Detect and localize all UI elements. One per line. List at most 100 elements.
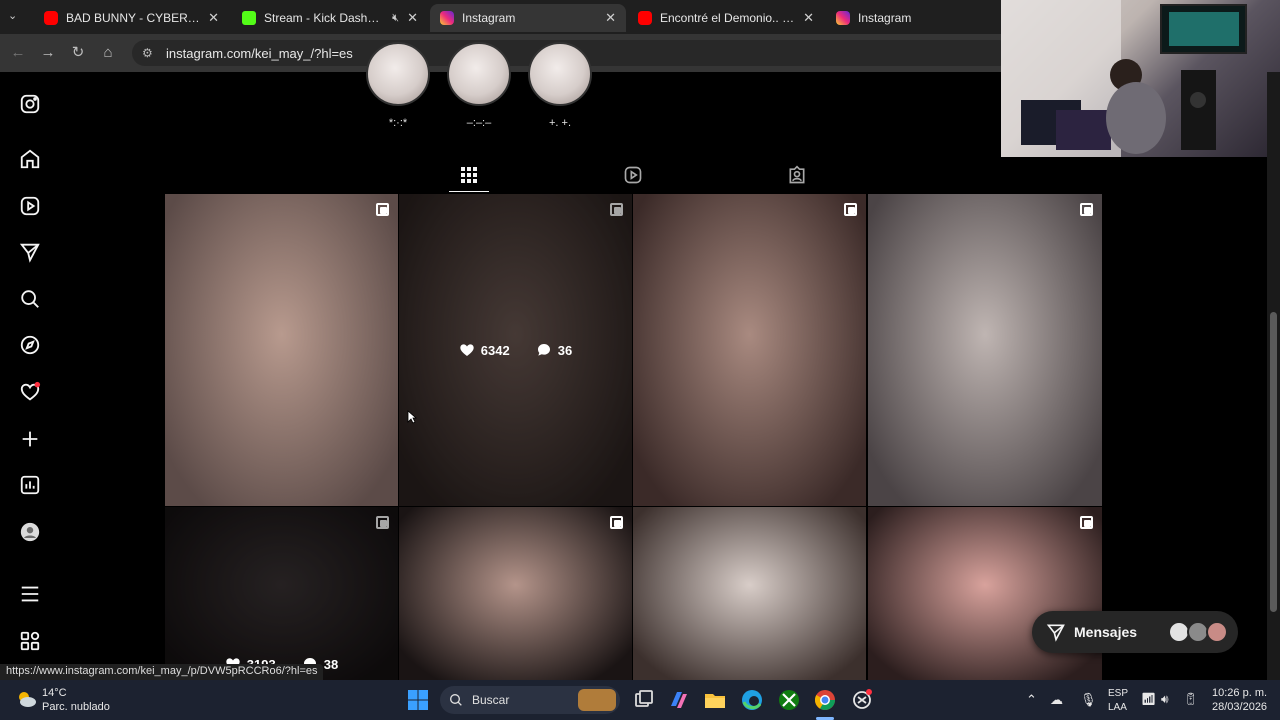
reels-icon — [624, 166, 642, 184]
story-highlight-3[interactable] — [528, 42, 592, 106]
weather-temp: 14°C — [42, 687, 67, 699]
browser-tab-4[interactable]: Encontré el Demonio.. || Capítu ✕ — [628, 4, 824, 32]
clock-time[interactable]: 10:26 p. m. — [1212, 687, 1267, 699]
language-bottom[interactable]: LAA — [1108, 702, 1127, 713]
openai-app-icon[interactable] — [850, 688, 874, 712]
tab-posts[interactable] — [459, 165, 479, 185]
heart-icon — [460, 344, 474, 356]
tagged-person-icon — [789, 165, 805, 184]
reels-icon[interactable] — [19, 195, 41, 217]
taskbar-search-box[interactable]: Buscar — [440, 686, 620, 714]
task-view-icon[interactable] — [632, 688, 656, 712]
direct-message-icon[interactable] — [19, 241, 41, 263]
direct-message-icon — [1046, 624, 1065, 642]
close-icon[interactable]: ✕ — [605, 10, 616, 26]
edge-browser-icon[interactable] — [740, 688, 764, 712]
close-icon[interactable]: ✕ — [407, 10, 418, 26]
windows-start-icon[interactable] — [406, 688, 430, 712]
tab-reels[interactable] — [623, 165, 643, 185]
post-thumbnail[interactable]: 6342 36 — [399, 194, 632, 506]
webcam-overlay — [1001, 0, 1280, 157]
browser-tab-5[interactable]: Instagram — [826, 4, 1001, 32]
forward-icon[interactable]: → — [39, 44, 57, 62]
carousel-icon — [844, 203, 857, 216]
battery-icon[interactable]: 🔋︎ — [1183, 692, 1198, 706]
xbox-icon[interactable] — [777, 688, 801, 712]
messages-button[interactable]: Mensajes — [1032, 611, 1238, 653]
clock-date[interactable]: 28/03/2026 — [1212, 701, 1267, 713]
site-info-icon[interactable]: ⚙ — [142, 46, 156, 60]
browser-tab-3-active[interactable]: Instagram ✕ — [430, 4, 626, 32]
post-hover-stats: 6342 36 — [399, 194, 632, 506]
home-icon[interactable]: ⌂ — [99, 44, 117, 62]
tab-tagged[interactable] — [787, 165, 807, 185]
microphone-icon[interactable]: 🎙︎ — [1080, 692, 1097, 708]
mute-icon[interactable]: 🔇︎ — [392, 12, 399, 25]
post-thumbnail[interactable] — [165, 194, 398, 506]
also-from-meta-icon[interactable] — [19, 630, 41, 652]
reload-icon[interactable]: ↻ — [69, 44, 87, 62]
post-thumbnail[interactable] — [868, 194, 1102, 506]
highlight-cover — [366, 42, 430, 106]
post-thumbnail[interactable] — [868, 507, 1102, 680]
close-icon[interactable]: ✕ — [208, 10, 219, 26]
post-thumbnail[interactable]: 319338 — [165, 507, 398, 680]
back-icon[interactable]: ← — [9, 44, 27, 62]
tab-title: Stream - Kick Dashboard — [264, 11, 384, 25]
search-label: Buscar — [472, 693, 510, 707]
tab-title: BAD BUNNY - CYBERTRUCK (V — [66, 11, 200, 25]
notifications-heart-icon[interactable] — [19, 381, 41, 403]
file-explorer-icon[interactable] — [703, 688, 727, 712]
language-top[interactable]: ESP — [1108, 688, 1128, 699]
comments-stat: 36 — [536, 342, 572, 358]
scrollbar-thumb[interactable] — [1270, 312, 1277, 612]
story-highlight-1[interactable] — [366, 42, 430, 106]
highlight-label: *:·:* — [388, 117, 408, 129]
tab-search-icon[interactable]: ⌄ — [8, 9, 26, 25]
avatar — [1206, 621, 1228, 643]
highlight-cover — [528, 42, 592, 106]
windows-taskbar: 14°C Parc. nublado Buscar ⌃ ☁ 🎙︎ ESP LAA… — [0, 680, 1280, 720]
chrome-icon[interactable] — [813, 688, 837, 712]
close-icon[interactable]: ✕ — [803, 10, 814, 26]
profile-avatar-icon[interactable] — [19, 521, 41, 543]
carousel-icon — [610, 516, 623, 529]
show-hidden-icons-chevron-icon[interactable]: ⌃ — [1026, 692, 1037, 708]
onedrive-cloud-icon[interactable]: ☁ — [1050, 692, 1063, 708]
more-menu-icon[interactable] — [19, 583, 41, 605]
weather-icon[interactable] — [14, 687, 38, 711]
post-thumbnail[interactable] — [399, 507, 632, 680]
highlight-label: +. +. — [548, 117, 572, 129]
youtube-icon — [44, 11, 58, 25]
likes-stat: 6342 — [459, 342, 510, 358]
weather-desc: Parc. nublado — [42, 701, 110, 713]
browser-tab-2[interactable]: Stream - Kick Dashboard 🔇︎ ✕ — [232, 4, 428, 32]
wifi-icon[interactable]: 📶︎ — [1141, 692, 1156, 706]
instagram-icon — [440, 11, 454, 25]
instagram-sidebar — [0, 72, 60, 680]
instagram-logo-icon[interactable] — [19, 93, 41, 115]
search-icon — [450, 694, 462, 706]
url-text: instagram.com/kei_may_/?hl=es — [166, 45, 353, 61]
post-thumbnail[interactable] — [633, 194, 866, 506]
highlight-label: –:–:– — [466, 117, 492, 129]
search-icon[interactable] — [19, 288, 41, 310]
post-thumbnail[interactable] — [633, 507, 866, 680]
story-highlight-2[interactable] — [447, 42, 511, 106]
carousel-icon — [1080, 203, 1093, 216]
comments-count: 38 — [323, 656, 339, 672]
webcam-image — [1001, 0, 1247, 157]
browser-tab-1[interactable]: BAD BUNNY - CYBERTRUCK (V ✕ — [34, 4, 229, 32]
volume-icon[interactable]: 🔊︎ — [1161, 692, 1169, 707]
create-plus-icon[interactable] — [19, 428, 41, 450]
comments-count: 36 — [557, 342, 573, 358]
dashboard-icon[interactable] — [19, 474, 41, 496]
kick-icon — [242, 11, 256, 25]
explore-icon[interactable] — [19, 334, 41, 356]
home-icon[interactable] — [19, 148, 41, 170]
page-scrollbar[interactable] — [1267, 72, 1280, 680]
search-highlight-image — [578, 689, 616, 711]
copilot-icon[interactable] — [667, 688, 691, 712]
link-status-url: https://www.instagram.com/kei_may_/p/DVW… — [0, 664, 324, 680]
active-tab-indicator — [449, 191, 489, 192]
